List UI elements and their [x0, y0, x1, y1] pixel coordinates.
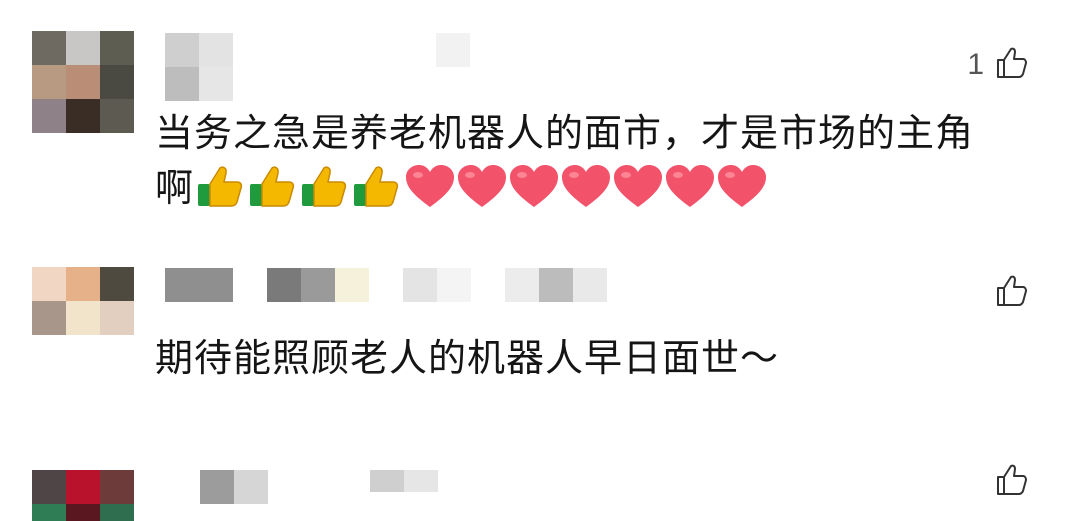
like-button[interactable]: [984, 273, 1030, 313]
heart-icon: [404, 164, 456, 210]
heart-icon: [716, 164, 768, 210]
heart-icon: [664, 164, 716, 210]
comment-text-line: 当务之急是养老机器人的面市，才是市场的主角: [155, 111, 975, 155]
avatar[interactable]: [32, 470, 134, 521]
comment-text: 当务之急是养老机器人的面市，才是市场的主角: [155, 105, 1035, 161]
like-count: 1: [967, 48, 984, 81]
avatar[interactable]: [32, 267, 134, 335]
thumbs-up-icon: [994, 462, 1030, 502]
username: [165, 67, 233, 101]
comment-text-line: 啊: [155, 166, 195, 210]
heart-icon: [612, 164, 664, 210]
heart-icon: [456, 164, 508, 210]
username[interactable]: [165, 268, 607, 302]
heart-icon: [508, 164, 560, 210]
comment-text: 期待能照顾老人的机器人早日面世～: [155, 330, 1035, 386]
like-button[interactable]: [984, 462, 1030, 502]
heart-icon: [560, 164, 612, 210]
username[interactable]: [200, 470, 268, 504]
thumbs-up-icon: [196, 164, 246, 210]
thumbs-up-icon: [352, 164, 402, 210]
comment-text-line: 期待能照顾老人的机器人早日面世～: [155, 336, 780, 380]
thumbs-up-icon: [994, 45, 1030, 85]
thumbs-up-icon: [248, 164, 298, 210]
thumbs-up-icon: [994, 273, 1030, 313]
like-button[interactable]: 1: [967, 45, 1030, 85]
thumbs-up-icon: [300, 164, 350, 210]
username[interactable]: [165, 33, 233, 67]
emoji-row: [196, 164, 768, 210]
user-meta: [370, 470, 438, 492]
avatar[interactable]: [32, 31, 134, 133]
user-meta: [436, 33, 470, 67]
